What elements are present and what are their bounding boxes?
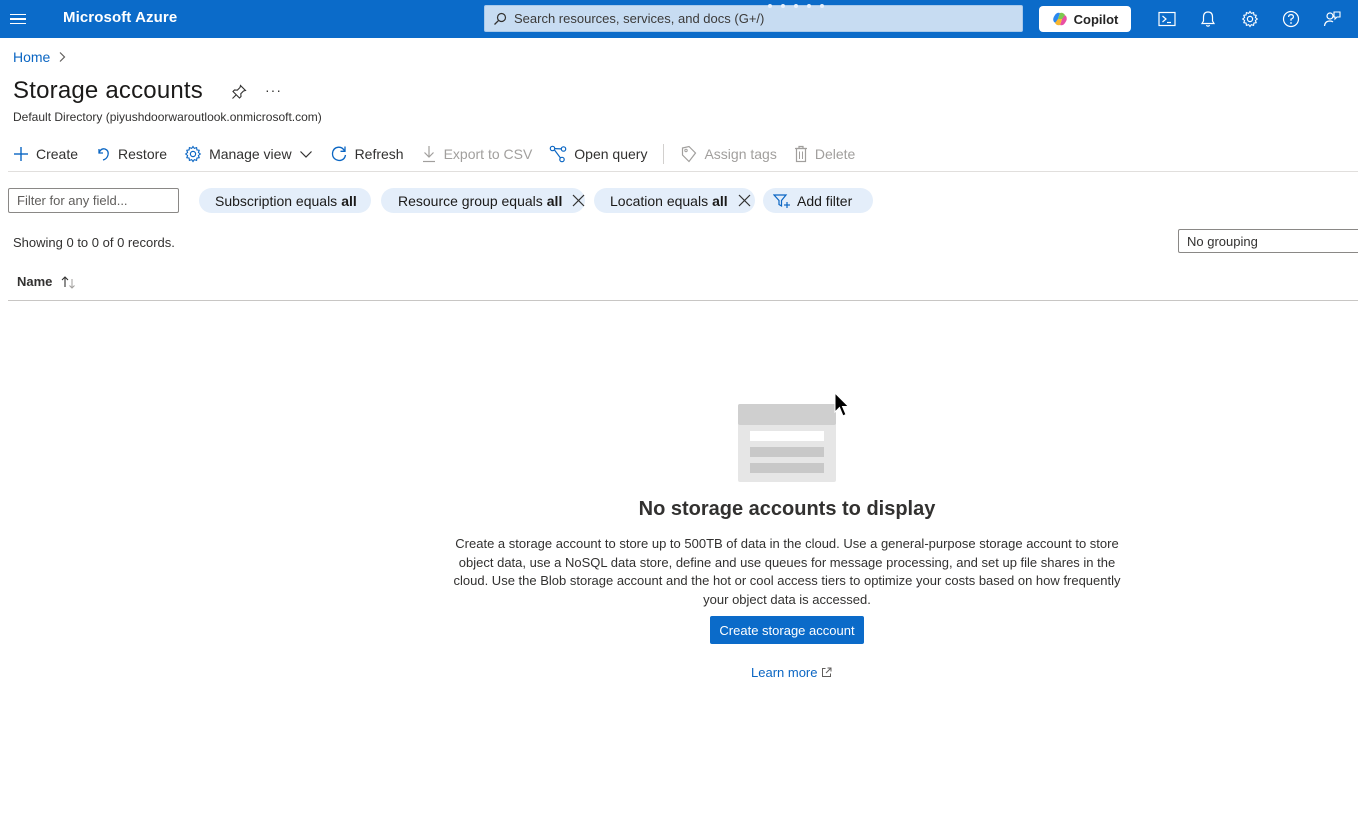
export-csv-button[interactable]: Export to CSV: [421, 145, 533, 163]
open-query-label: Open query: [574, 146, 648, 162]
refresh-label: Refresh: [354, 146, 404, 162]
copilot-icon: [1052, 12, 1067, 26]
chevron-right-icon: [59, 52, 66, 62]
pin-icon[interactable]: [231, 84, 247, 105]
menu-icon[interactable]: [8, 9, 28, 29]
copilot-button[interactable]: Copilot: [1039, 6, 1131, 32]
delete-button[interactable]: Delete: [794, 145, 855, 163]
sort-icon: [62, 275, 76, 289]
feedback-icon[interactable]: [1322, 9, 1342, 29]
manage-view-button[interactable]: Manage view: [184, 145, 313, 163]
location-filter-pill[interactable]: Location equals all: [594, 188, 755, 213]
top-bar: Microsoft Azure Copilot: [0, 0, 1358, 38]
add-filter-label: Add filter: [797, 192, 853, 209]
column-header-name[interactable]: Name: [17, 274, 78, 289]
open-query-button[interactable]: Open query: [549, 145, 647, 163]
mouse-cursor-icon: [834, 392, 850, 417]
close-icon[interactable]: [738, 194, 751, 207]
resource-group-filter-label: Resource group equals: [398, 192, 543, 209]
column-name-label: Name: [17, 274, 53, 289]
delete-label: Delete: [814, 146, 856, 162]
page-subtitle: Default Directory (piyushdoorwaroutlook.…: [13, 110, 322, 124]
refresh-icon: [331, 146, 346, 162]
external-link-icon: [822, 667, 832, 677]
subscription-filter-pill[interactable]: Subscription equals all: [199, 188, 371, 213]
resource-group-filter-value: all: [546, 192, 563, 209]
breadcrumb: Home: [13, 49, 66, 65]
drag-handle-dots: [768, 4, 824, 8]
trash-icon: [794, 145, 807, 163]
location-filter-label: Location equals: [610, 192, 709, 209]
resource-group-filter-pill[interactable]: Resource group equals all: [381, 188, 585, 213]
header-divider: [8, 300, 1358, 301]
create-button[interactable]: Create: [13, 146, 78, 162]
search-input[interactable]: [514, 11, 994, 26]
settings-icon[interactable]: [1240, 9, 1260, 29]
download-icon: [422, 146, 435, 163]
export-csv-label: Export to CSV: [443, 146, 533, 162]
more-options-icon[interactable]: ···: [265, 82, 282, 98]
query-icon: [549, 145, 567, 163]
brand-name[interactable]: Microsoft Azure: [63, 9, 177, 26]
filter-input[interactable]: [8, 188, 179, 213]
command-bar: Create Restore Manage view Refresh Expor…: [13, 142, 872, 166]
assign-tags-button[interactable]: Assign tags: [681, 145, 777, 163]
global-search[interactable]: [484, 5, 1023, 32]
location-filter-value: all: [712, 192, 728, 209]
learn-more-label: Learn more: [751, 665, 818, 680]
close-icon[interactable]: [572, 194, 585, 207]
create-storage-account-button[interactable]: Create storage account: [710, 616, 864, 644]
subscription-filter-value: all: [341, 192, 357, 209]
record-count: Showing 0 to 0 of 0 records.: [13, 235, 175, 250]
breadcrumb-home[interactable]: Home: [13, 49, 50, 65]
restore-button[interactable]: Restore: [95, 146, 167, 162]
assign-tags-label: Assign tags: [704, 146, 777, 162]
grouping-dropdown[interactable]: No grouping: [1178, 229, 1358, 253]
restore-label: Restore: [118, 146, 168, 162]
tag-icon: [682, 145, 697, 163]
gear-icon: [184, 145, 202, 163]
add-filter-button[interactable]: Add filter: [763, 188, 873, 213]
command-separator: [663, 144, 665, 164]
cloud-shell-icon[interactable]: [1157, 9, 1177, 29]
chevron-down-icon: [299, 151, 312, 158]
search-icon: [494, 12, 507, 25]
learn-more-link[interactable]: Learn more: [751, 665, 832, 680]
copilot-label: Copilot: [1073, 11, 1119, 27]
help-icon[interactable]: [1281, 9, 1301, 29]
empty-state-description: Create a storage account to store up to …: [453, 536, 1121, 608]
create-label: Create: [36, 146, 79, 162]
manage-view-label: Manage view: [209, 146, 292, 162]
empty-state-title: No storage accounts to display: [638, 498, 936, 520]
undo-icon: [98, 148, 109, 161]
empty-list-illustration: [738, 404, 836, 482]
subscription-filter-label: Subscription equals: [215, 192, 338, 209]
notifications-icon[interactable]: [1198, 9, 1218, 29]
refresh-button[interactable]: Refresh: [330, 145, 404, 163]
page-title: Storage accounts: [13, 77, 203, 104]
add-filter-icon: [773, 193, 790, 208]
command-bar-divider: [8, 171, 1358, 172]
plus-icon: [14, 147, 28, 161]
